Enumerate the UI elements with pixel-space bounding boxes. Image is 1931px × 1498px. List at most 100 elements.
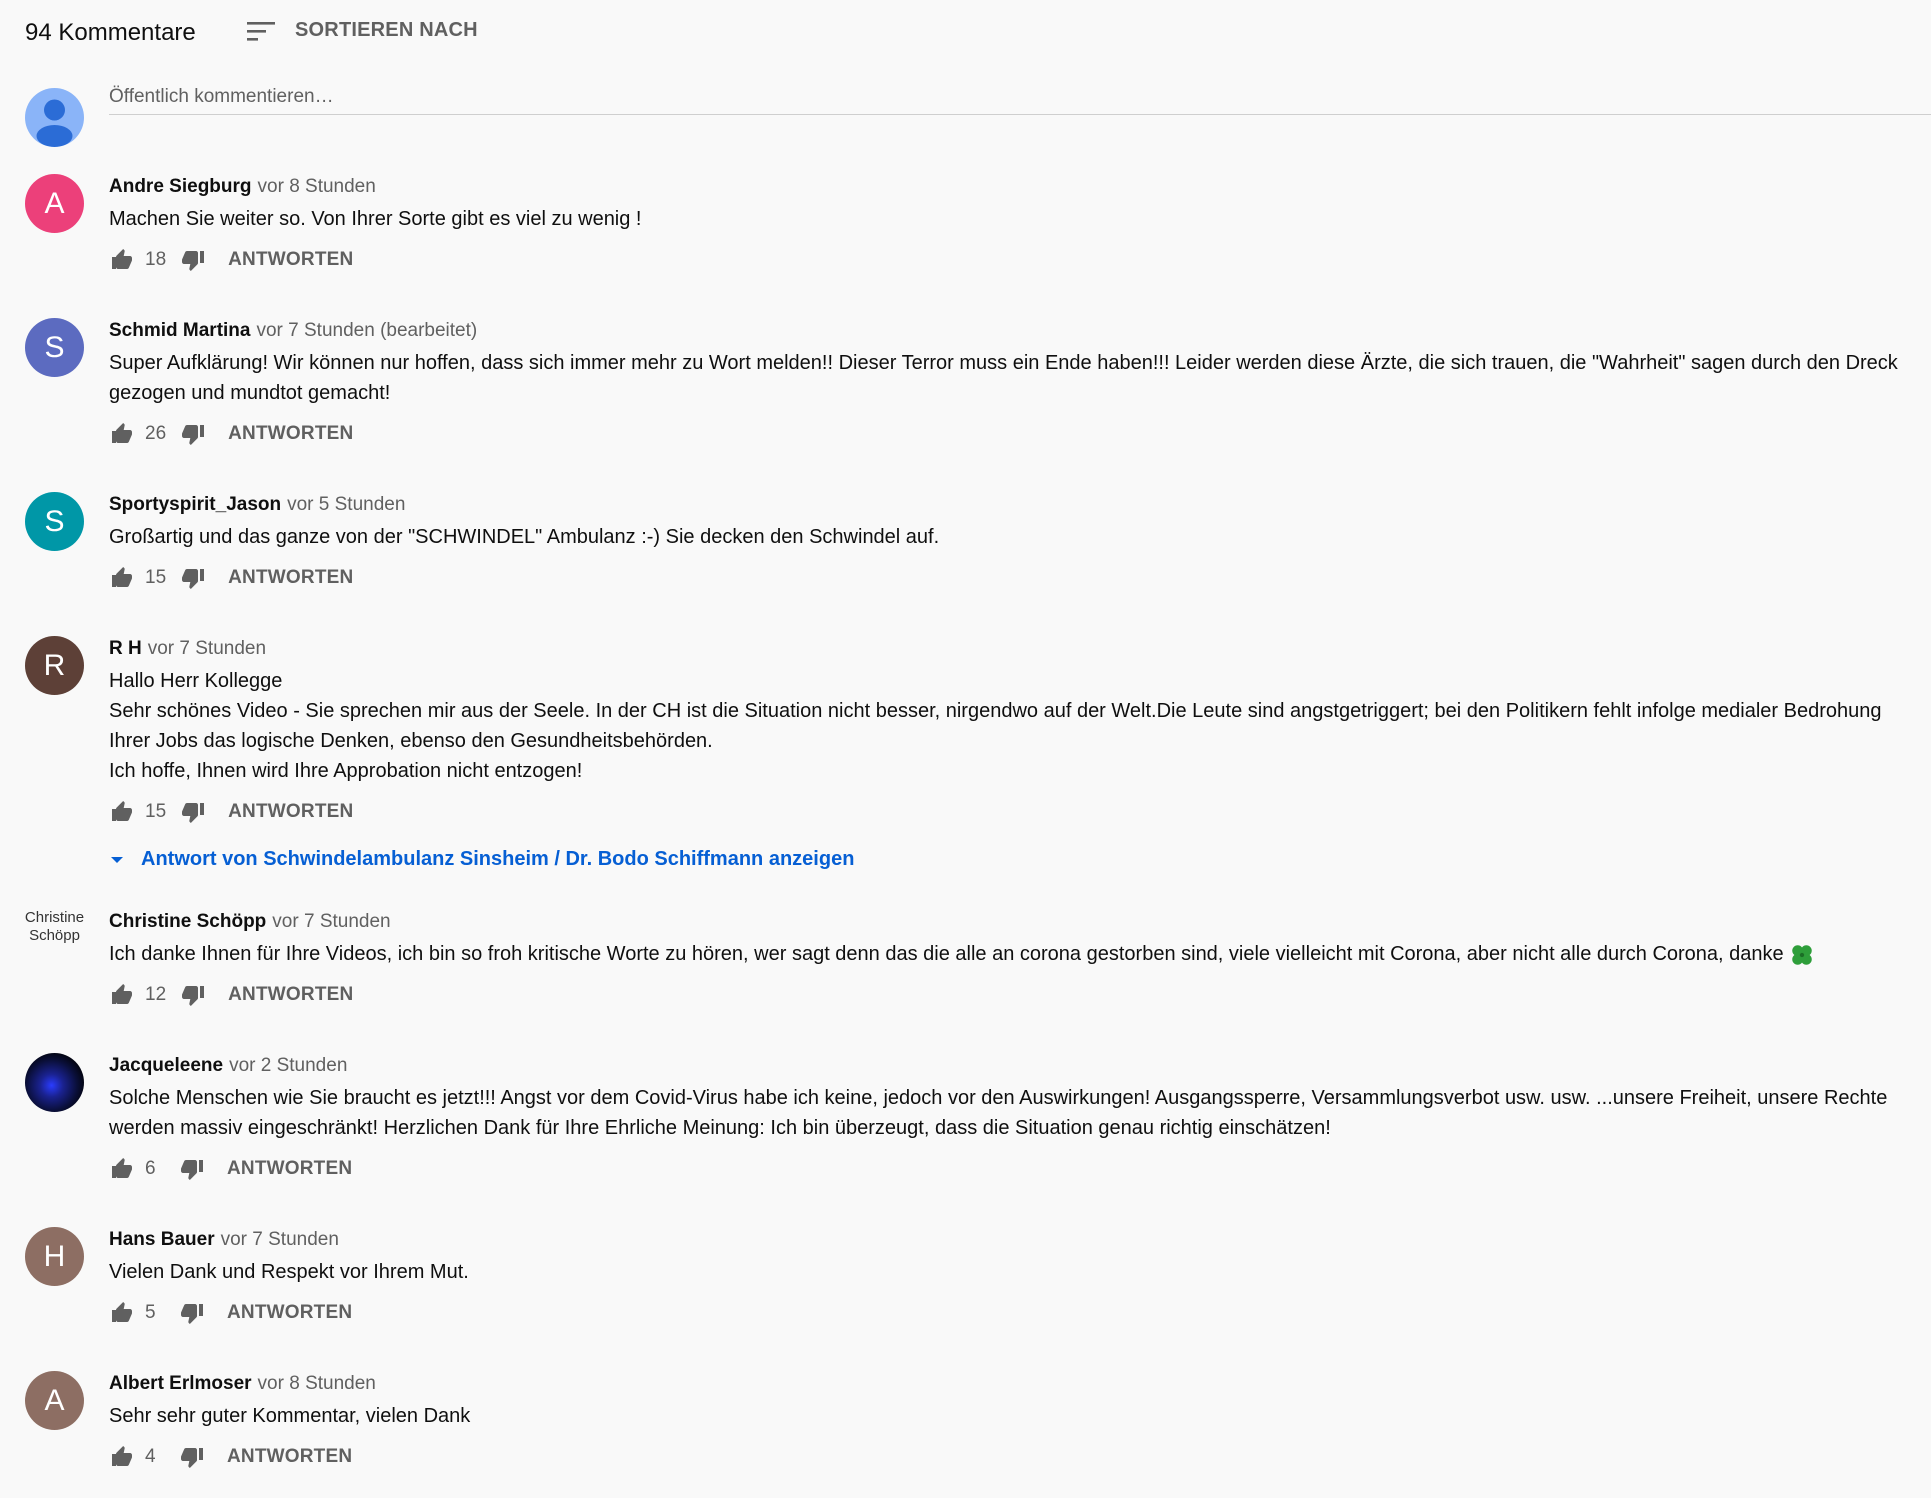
dislike-button[interactable] <box>179 1444 205 1470</box>
dislike-button[interactable] <box>179 1156 205 1182</box>
comment-time[interactable]: vor 7 Stunden <box>221 1229 339 1250</box>
comment-text: Ich danke Ihnen für Ihre Videos, ich bin… <box>109 939 1919 969</box>
author-avatar[interactable]: R <box>25 636 84 695</box>
dislike-button[interactable] <box>180 799 206 825</box>
dislike-button[interactable] <box>180 565 206 591</box>
comment-time[interactable]: vor 7 Stunden <box>272 911 390 932</box>
reply-button[interactable]: ANTWORTEN <box>227 1158 352 1180</box>
reply-button[interactable]: ANTWORTEN <box>228 567 353 589</box>
reply-button[interactable]: ANTWORTEN <box>228 801 353 823</box>
like-button[interactable] <box>109 565 135 591</box>
comment-input[interactable]: Öffentlich kommentieren… <box>109 80 1931 115</box>
comment-actions: 5 ANTWORTEN <box>109 1293 1931 1333</box>
thumb-up-icon <box>112 1158 132 1178</box>
comment-meta: Hans Bauer vor 7 Stunden <box>109 1228 1931 1252</box>
dislike-button[interactable] <box>179 1300 205 1326</box>
comment-time[interactable]: vor 7 Stunden <box>148 638 266 659</box>
like-button[interactable] <box>109 421 135 447</box>
thumb-down-icon <box>181 1448 203 1468</box>
comment-text-content: Sehr sehr guter Kommentar, vielen Dank <box>109 1405 471 1427</box>
comment-thread: S Schmid Martina vor 7 Stunden (bearbeitet… <box>25 318 1931 454</box>
author-avatar[interactable] <box>25 1053 84 1112</box>
thumb-down-icon <box>181 1160 203 1180</box>
comment-text-content: Super Aufklärung! Wir können nur hoffen,… <box>109 352 1904 404</box>
comment-author[interactable]: Christine Schöpp <box>109 911 266 932</box>
comment-time[interactable]: vor 7 Stunden (bearbeitet) <box>256 320 477 341</box>
like-button[interactable] <box>109 247 135 273</box>
like-button[interactable] <box>109 799 135 825</box>
comment-text-content: Hallo Herr Kollegge Sehr schönes Video -… <box>109 670 1882 782</box>
comment-time[interactable]: vor 8 Stunden <box>258 176 376 197</box>
comment-author[interactable]: Schmid Martina <box>109 320 250 341</box>
comment-time[interactable]: vor 2 Stunden <box>229 1055 347 1076</box>
author-avatar[interactable]: Christine Schöpp <box>25 909 84 968</box>
author-avatar[interactable]: A <box>25 174 84 233</box>
thumb-down-icon <box>182 251 205 271</box>
avatar-letter: A <box>44 186 65 220</box>
comment-meta: Schmid Martina vor 7 Stunden (bearbeitet) <box>109 319 1931 343</box>
comment-time[interactable]: vor 8 Stunden <box>258 1373 376 1394</box>
dislike-button[interactable] <box>180 247 206 273</box>
reply-button[interactable]: ANTWORTEN <box>228 423 353 445</box>
comment-body: Schmid Martina vor 7 Stunden (bearbeitet)… <box>109 318 1931 454</box>
comment-author[interactable]: Hans Bauer <box>109 1229 215 1250</box>
like-count: 4 <box>145 1446 156 1467</box>
reply-button[interactable]: ANTWORTEN <box>227 1302 352 1324</box>
comment-actions: 4 ANTWORTEN <box>109 1437 1931 1477</box>
thumb-up-icon <box>112 1446 132 1466</box>
comment-body: Christine Schöpp vor 7 Stunden Ich danke I… <box>109 909 1931 1015</box>
reply-button[interactable]: ANTWORTEN <box>228 249 353 271</box>
thumb-up-icon <box>112 567 132 587</box>
comment-body: Andre Siegburg vor 8 Stunden Machen Sie we… <box>109 174 1931 280</box>
like-button[interactable] <box>109 1300 135 1326</box>
comment-actions: 15 ANTWORTEN <box>109 792 1931 832</box>
comment-author[interactable]: Sportyspirit_Jason <box>109 494 281 515</box>
caret-down-icon <box>111 856 123 863</box>
comment-text: Großartig und das ganze von der "SCHWIND… <box>109 522 1919 552</box>
show-replies-button[interactable]: Antwort von Schwindelambulanz Sinsheim /… <box>109 848 1931 871</box>
thumb-up-icon <box>112 984 132 1004</box>
thumb-up-icon <box>112 1302 132 1322</box>
comment-body: Hans Bauer vor 7 Stunden Vielen Dank und R… <box>109 1227 1931 1333</box>
like-count: 15 <box>145 801 167 822</box>
comment-meta: R H vor 7 Stunden <box>109 637 1931 661</box>
avatar-alt-text: Christine Schöpp <box>24 909 85 944</box>
author-avatar[interactable]: S <box>25 318 84 377</box>
dislike-button[interactable] <box>180 421 206 447</box>
author-avatar[interactable]: S <box>25 492 84 551</box>
comment-text-content: Ich danke Ihnen für Ihre Videos, ich bin… <box>109 943 1790 965</box>
comment-meta: Christine Schöpp vor 7 Stunden <box>109 910 1931 934</box>
thumb-down-icon <box>182 803 205 823</box>
author-avatar[interactable]: H <box>25 1227 84 1286</box>
user-avatar-icon <box>25 88 84 147</box>
comment-text: Vielen Dank und Respekt vor Ihrem Mut. <box>109 1257 1919 1287</box>
comment-text-content: Vielen Dank und Respekt vor Ihrem Mut. <box>109 1261 469 1283</box>
comment-text: Hallo Herr Kollegge Sehr schönes Video -… <box>109 666 1919 786</box>
comment-author[interactable]: Andre Siegburg <box>109 176 252 197</box>
like-button[interactable] <box>109 1156 135 1182</box>
avatar-letter: A <box>44 1383 65 1417</box>
thumb-down-icon <box>182 986 205 1006</box>
comment-thread: Christine Schöpp Christine Schöpp vor 7 St… <box>25 909 1931 1015</box>
sort-button[interactable]: SORTIEREN NACH <box>247 19 478 42</box>
like-button[interactable] <box>109 982 135 1008</box>
comment-text-content: Machen Sie weiter so. Von Ihrer Sorte gi… <box>109 208 642 230</box>
author-avatar[interactable]: A <box>25 1371 84 1430</box>
show-replies-label: Antwort von Schwindelambulanz Sinsheim /… <box>141 848 855 870</box>
like-button[interactable] <box>109 1444 135 1470</box>
thumb-down-icon <box>182 569 205 589</box>
comment-time[interactable]: vor 5 Stunden <box>287 494 405 515</box>
reply-button[interactable]: ANTWORTEN <box>227 1446 352 1468</box>
comment-author[interactable]: Albert Erlmoser <box>109 1373 252 1394</box>
comments-section: 94 Kommentare SORTIEREN NACH Öffentlich … <box>25 0 1931 1477</box>
avatar-letter: S <box>44 330 65 364</box>
comment-actions: 6 ANTWORTEN <box>109 1149 1931 1189</box>
comment-author[interactable]: Jacqueleene <box>109 1055 223 1076</box>
comment-actions: 18 ANTWORTEN <box>109 240 1931 280</box>
like-count: 6 <box>145 1158 156 1179</box>
dislike-button[interactable] <box>180 982 206 1008</box>
reply-button[interactable]: ANTWORTEN <box>228 984 353 1006</box>
thumb-up-icon <box>112 801 132 821</box>
comment-author[interactable]: R H <box>109 638 142 659</box>
comment-text: Solche Menschen wie Sie braucht es jetzt… <box>109 1083 1919 1143</box>
